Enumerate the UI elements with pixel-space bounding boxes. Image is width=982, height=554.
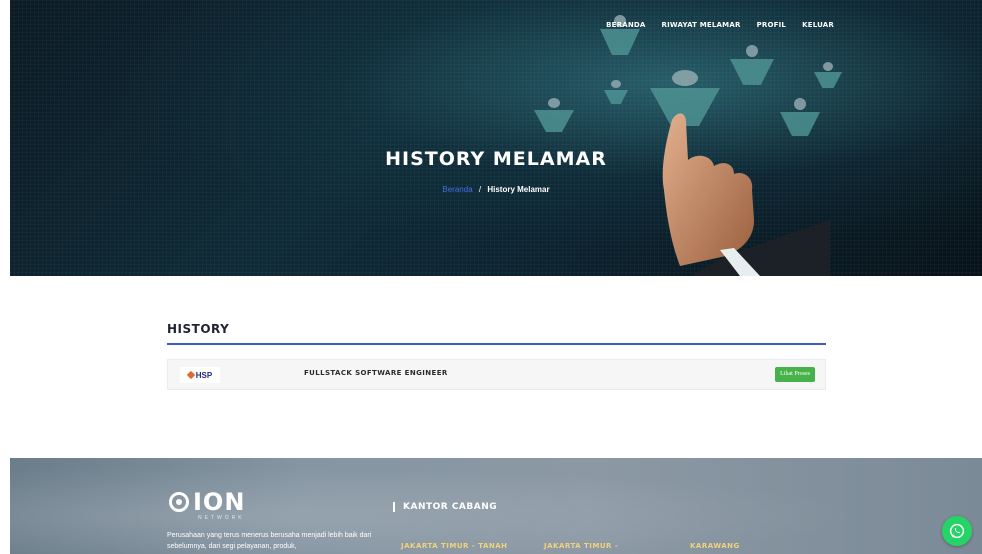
history-section: HISTORY HSP FULLSTACK SOFTWARE ENGINEER … — [167, 322, 826, 390]
branch-jakarta-timur-tanah: JAKARTA TIMUR - TANAH — [401, 542, 508, 550]
history-row: HSP FULLSTACK SOFTWARE ENGINEER Lihat Pr… — [167, 359, 826, 390]
company-logo-text: HSP — [195, 370, 213, 380]
person-figure-decoration — [730, 45, 774, 89]
top-nav: BERANDA RIWAYAT MELAMAR PROFIL KELUAR — [606, 21, 834, 29]
whatsapp-icon — [949, 523, 965, 539]
breadcrumb: Beranda / History Melamar — [10, 185, 982, 194]
person-figure-decoration — [814, 62, 842, 90]
breadcrumb-current: History Melamar — [487, 185, 550, 194]
page-title: HISTORY MELAMAR — [385, 148, 607, 170]
footer: ION NETWORK Perusahaan yang terus meneru… — [10, 458, 982, 554]
company-logo: HSP — [180, 367, 220, 383]
branch-jakarta-timur: JAKARTA TIMUR - — [544, 542, 619, 550]
nav-item-keluar[interactable]: KELUAR — [802, 21, 834, 29]
ion-logo-subtext: NETWORK — [198, 515, 245, 521]
person-figure-decoration — [534, 98, 574, 134]
hero-banner: BERANDA RIWAYAT MELAMAR PROFIL KELUAR HI… — [10, 0, 982, 276]
history-heading: HISTORY — [167, 322, 826, 345]
page: BERANDA RIWAYAT MELAMAR PROFIL KELUAR HI… — [0, 0, 982, 554]
breadcrumb-home-link[interactable]: Beranda — [442, 185, 472, 194]
job-title: FULLSTACK SOFTWARE ENGINEER — [304, 369, 448, 377]
kantor-cabang-heading: KANTOR CABANG — [393, 502, 497, 512]
company-logo-mark-icon — [186, 370, 196, 380]
whatsapp-button[interactable] — [942, 516, 972, 546]
nav-item-beranda[interactable]: BERANDA — [606, 21, 645, 29]
breadcrumb-separator: / — [478, 185, 482, 194]
hero-grid-texture — [10, 0, 982, 276]
branch-karawang: KARAWANG — [690, 542, 740, 550]
ion-network-logo: ION — [169, 488, 245, 516]
nav-item-profil[interactable]: PROFIL — [757, 21, 787, 29]
ion-logo-ring-icon — [169, 492, 189, 512]
person-figure-decoration — [604, 80, 628, 106]
lihat-proses-button[interactable]: Lihat Proses — [775, 367, 815, 382]
nav-item-riwayat-melamar[interactable]: RIWAYAT MELAMAR — [662, 21, 741, 29]
footer-description: Perusahaan yang terus menerus berusaha m… — [167, 532, 372, 550]
ion-logo-text: ION — [193, 488, 246, 516]
